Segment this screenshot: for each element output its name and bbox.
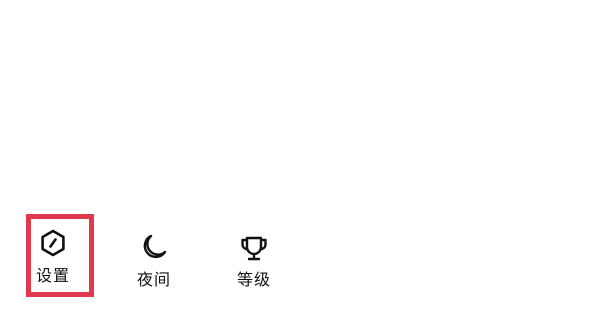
level-label: 等级 bbox=[236, 270, 271, 289]
night-mode-button[interactable]: 夜间 bbox=[122, 224, 186, 300]
settings-hexagon-icon bbox=[38, 228, 68, 258]
level-button[interactable]: 等级 bbox=[222, 224, 286, 300]
moon-icon bbox=[139, 232, 169, 262]
bottom-toolbar: 设置 夜间 等级 bbox=[0, 0, 600, 317]
trophy-icon bbox=[239, 232, 269, 262]
settings-button[interactable]: 设置 bbox=[21, 220, 85, 296]
settings-label: 设置 bbox=[35, 266, 70, 285]
night-mode-label: 夜间 bbox=[136, 270, 171, 289]
